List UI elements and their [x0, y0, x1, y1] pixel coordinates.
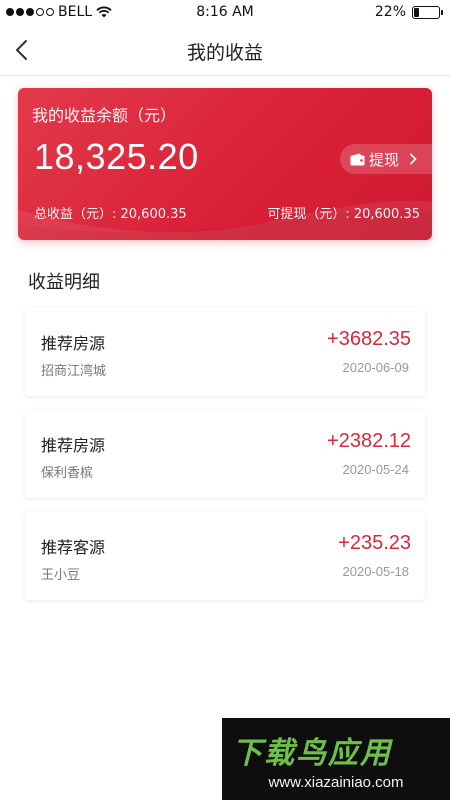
page-title: 我的收益	[186, 42, 263, 64]
balance-card: 我的收益余额（元） 18,325.20 提现 总收益（元）: 20,600.35…	[18, 88, 432, 240]
list-item[interactable]: 推荐房源 招商江湾城 +3682.35 2020-06-09	[25, 308, 425, 396]
item-subtitle: 保利香槟	[41, 466, 94, 481]
available-withdraw: 可提现（元）: 20,600.35	[267, 207, 420, 222]
total-income: 总收益（元）: 20,600.35	[34, 207, 187, 222]
item-subtitle: 招商江湾城	[41, 364, 107, 379]
income-list: 推荐房源 招商江湾城 +3682.35 2020-06-09 推荐房源 保利香槟…	[25, 308, 425, 614]
withdraw-label: 提现	[369, 150, 400, 169]
watermark-banner: 下载鸟应用 www.xiazainiao.com	[222, 718, 450, 800]
item-amount: +235.23	[338, 532, 411, 554]
battery-percent: 22%	[374, 4, 406, 20]
chevron-right-icon	[409, 153, 417, 165]
item-date: 2020-05-24	[342, 462, 410, 477]
watermark-url: www.xiazainiao.com	[268, 774, 404, 791]
item-date: 2020-06-09	[342, 360, 410, 375]
balance-label: 我的收益余额（元）	[32, 106, 177, 125]
balance-amount: 18,325.20	[34, 136, 199, 177]
item-amount: +2382.12	[327, 430, 411, 452]
status-right: 22%	[374, 4, 443, 20]
item-title: 推荐房源	[41, 334, 106, 353]
item-amount: +3682.35	[327, 328, 411, 350]
list-item[interactable]: 推荐房源 保利香槟 +2382.12 2020-05-24	[25, 410, 425, 498]
nav-bar: 我的收益	[0, 24, 450, 76]
status-bar: BELL 8:16 AM 22%	[0, 0, 450, 24]
item-subtitle: 王小豆	[41, 568, 81, 583]
item-title: 推荐客源	[41, 538, 106, 557]
watermark-logo: 下载鸟应用	[232, 736, 392, 771]
section-title: 收益明细	[28, 272, 100, 293]
item-title: 推荐房源	[41, 436, 106, 455]
withdraw-button[interactable]: 提现	[340, 144, 432, 174]
list-item[interactable]: 推荐客源 王小豆 +235.23 2020-05-18	[25, 512, 425, 600]
item-date: 2020-05-18	[342, 564, 410, 579]
battery-fill	[414, 7, 420, 17]
battery-icon	[412, 5, 443, 19]
wallet-icon	[350, 153, 365, 165]
